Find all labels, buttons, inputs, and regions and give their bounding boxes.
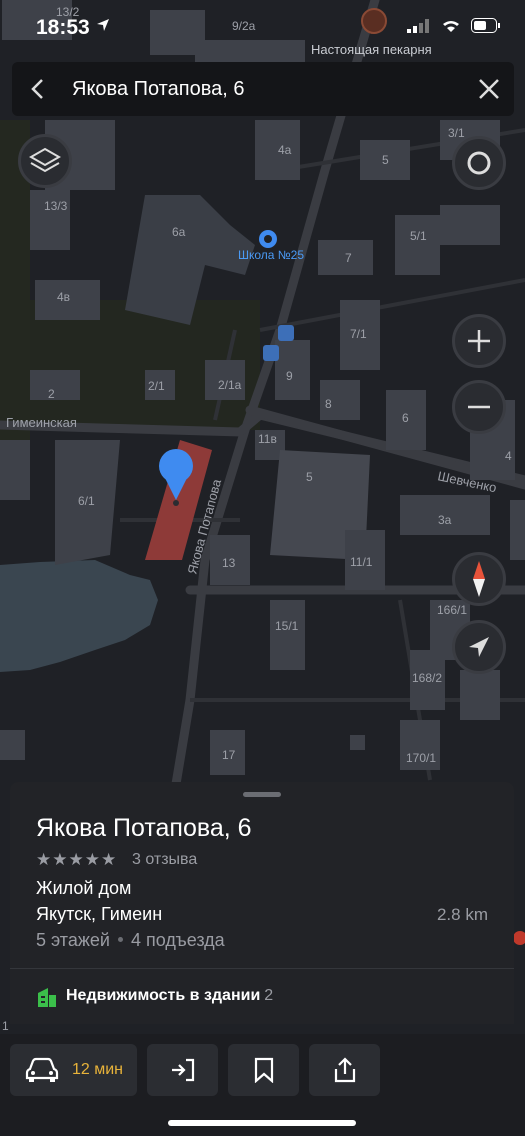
share-button[interactable] xyxy=(309,1044,380,1096)
svg-text:5/1: 5/1 xyxy=(410,229,427,243)
svg-text:166/1: 166/1 xyxy=(437,603,467,617)
svg-text:7: 7 xyxy=(345,251,352,265)
svg-text:3/1: 3/1 xyxy=(448,126,465,140)
svg-text:11/1: 11/1 xyxy=(350,555,373,569)
svg-text:13: 13 xyxy=(222,556,236,570)
share-icon xyxy=(334,1057,355,1083)
zoom-out-button[interactable] xyxy=(452,380,506,434)
svg-text:2: 2 xyxy=(48,387,55,401)
eta-label: 12 мин xyxy=(71,1061,123,1078)
place-distance: 2.8 km xyxy=(436,905,488,924)
bakery-label[interactable]: Настоящая пекарня xyxy=(311,42,432,57)
svg-text:170/1: 170/1 xyxy=(406,751,436,765)
svg-text:4а: 4а xyxy=(278,143,292,157)
building-icon xyxy=(38,988,56,1007)
drag-handle[interactable] xyxy=(243,792,281,797)
bookmark-icon xyxy=(254,1057,273,1083)
svg-text:Гимеинская: Гимеинская xyxy=(6,415,77,430)
wifi-icon xyxy=(443,20,459,32)
place-title: Якова Потапова, 6 xyxy=(36,814,252,842)
svg-text:5: 5 xyxy=(382,153,389,167)
realty-link[interactable]: Недвижимость в здании 2 xyxy=(66,987,273,1005)
school-label: Школа №25 xyxy=(238,248,304,262)
separator-dot xyxy=(117,936,123,942)
search-bar[interactable]: Якова Потапова, 6 xyxy=(12,62,514,116)
svg-text:1: 1 xyxy=(2,1019,9,1033)
navigation-arrow-icon xyxy=(469,637,489,657)
back-icon[interactable] xyxy=(26,76,52,102)
close-icon[interactable] xyxy=(476,76,502,102)
svg-text:15/1: 15/1 xyxy=(275,619,299,633)
entrance-icon xyxy=(171,1058,194,1082)
home-indicator[interactable] xyxy=(168,1120,356,1126)
bottom-action-bar: 12 мин xyxy=(0,1034,525,1136)
layers-button[interactable] xyxy=(18,134,72,188)
status-bar: 18:53 Настоящая пекарня xyxy=(0,0,525,57)
place-address: Якутск, Гимеин xyxy=(36,904,163,924)
compass-icon xyxy=(473,561,485,597)
bakery-logo-icon[interactable] xyxy=(361,8,387,34)
svg-text:17: 17 xyxy=(222,748,236,762)
entrances-count: 4 подъезда xyxy=(130,930,225,950)
svg-text:2/1а: 2/1а xyxy=(218,378,242,392)
svg-text:6: 6 xyxy=(402,411,409,425)
route-by-car-button[interactable]: 12 мин xyxy=(10,1044,137,1096)
svg-text:2/1: 2/1 xyxy=(148,379,165,393)
svg-text:3а: 3а xyxy=(438,513,452,527)
realty-label: Недвижимость в здании xyxy=(66,987,261,1004)
place-card[interactable]: Якова Потапова, 6 ★★★★★ 3 отзыва Жилой д… xyxy=(10,782,514,1024)
minus-icon xyxy=(468,405,490,409)
svg-text:5: 5 xyxy=(306,470,313,484)
svg-text:8: 8 xyxy=(325,397,332,411)
bookmark-button[interactable] xyxy=(228,1044,299,1096)
building-info: 5 этажей 4 подъезда xyxy=(36,930,225,951)
svg-text:7/1: 7/1 xyxy=(350,327,367,341)
svg-text:4в: 4в xyxy=(57,290,70,304)
svg-text:168/2: 168/2 xyxy=(412,671,442,685)
entrance-route-button[interactable] xyxy=(147,1044,218,1096)
assistant-icon xyxy=(467,151,491,175)
my-location-button[interactable] xyxy=(452,620,506,674)
search-query[interactable]: Якова Потапова, 6 xyxy=(72,78,244,101)
svg-text:13/3: 13/3 xyxy=(44,199,68,213)
svg-text:6а: 6а xyxy=(172,225,186,239)
svg-text:11в: 11в xyxy=(258,432,277,446)
rating-stars[interactable]: ★★★★★ xyxy=(36,850,117,870)
battery-icon xyxy=(471,18,500,33)
divider xyxy=(10,968,514,969)
floors-count: 5 этажей xyxy=(36,930,110,950)
svg-text:6/1: 6/1 xyxy=(78,494,95,508)
reviews-link[interactable]: 3 отзыва xyxy=(132,851,197,869)
bus-stop-icon[interactable] xyxy=(278,325,294,341)
bus-stop-icon[interactable] xyxy=(263,345,279,361)
svg-text:4: 4 xyxy=(505,449,512,463)
place-type: Жилой дом xyxy=(36,878,132,898)
compass-button[interactable] xyxy=(452,552,506,606)
zoom-in-button[interactable] xyxy=(452,314,506,368)
layers-icon xyxy=(29,147,61,173)
car-icon xyxy=(25,1057,59,1082)
svg-text:9: 9 xyxy=(286,369,293,383)
status-time: 18:53 xyxy=(36,16,90,39)
realty-count: 2 xyxy=(264,987,274,1004)
signal-icon xyxy=(407,18,429,33)
alice-assistant-button[interactable] xyxy=(452,136,506,190)
location-arrow-icon xyxy=(97,19,109,31)
plus-icon xyxy=(468,330,490,352)
